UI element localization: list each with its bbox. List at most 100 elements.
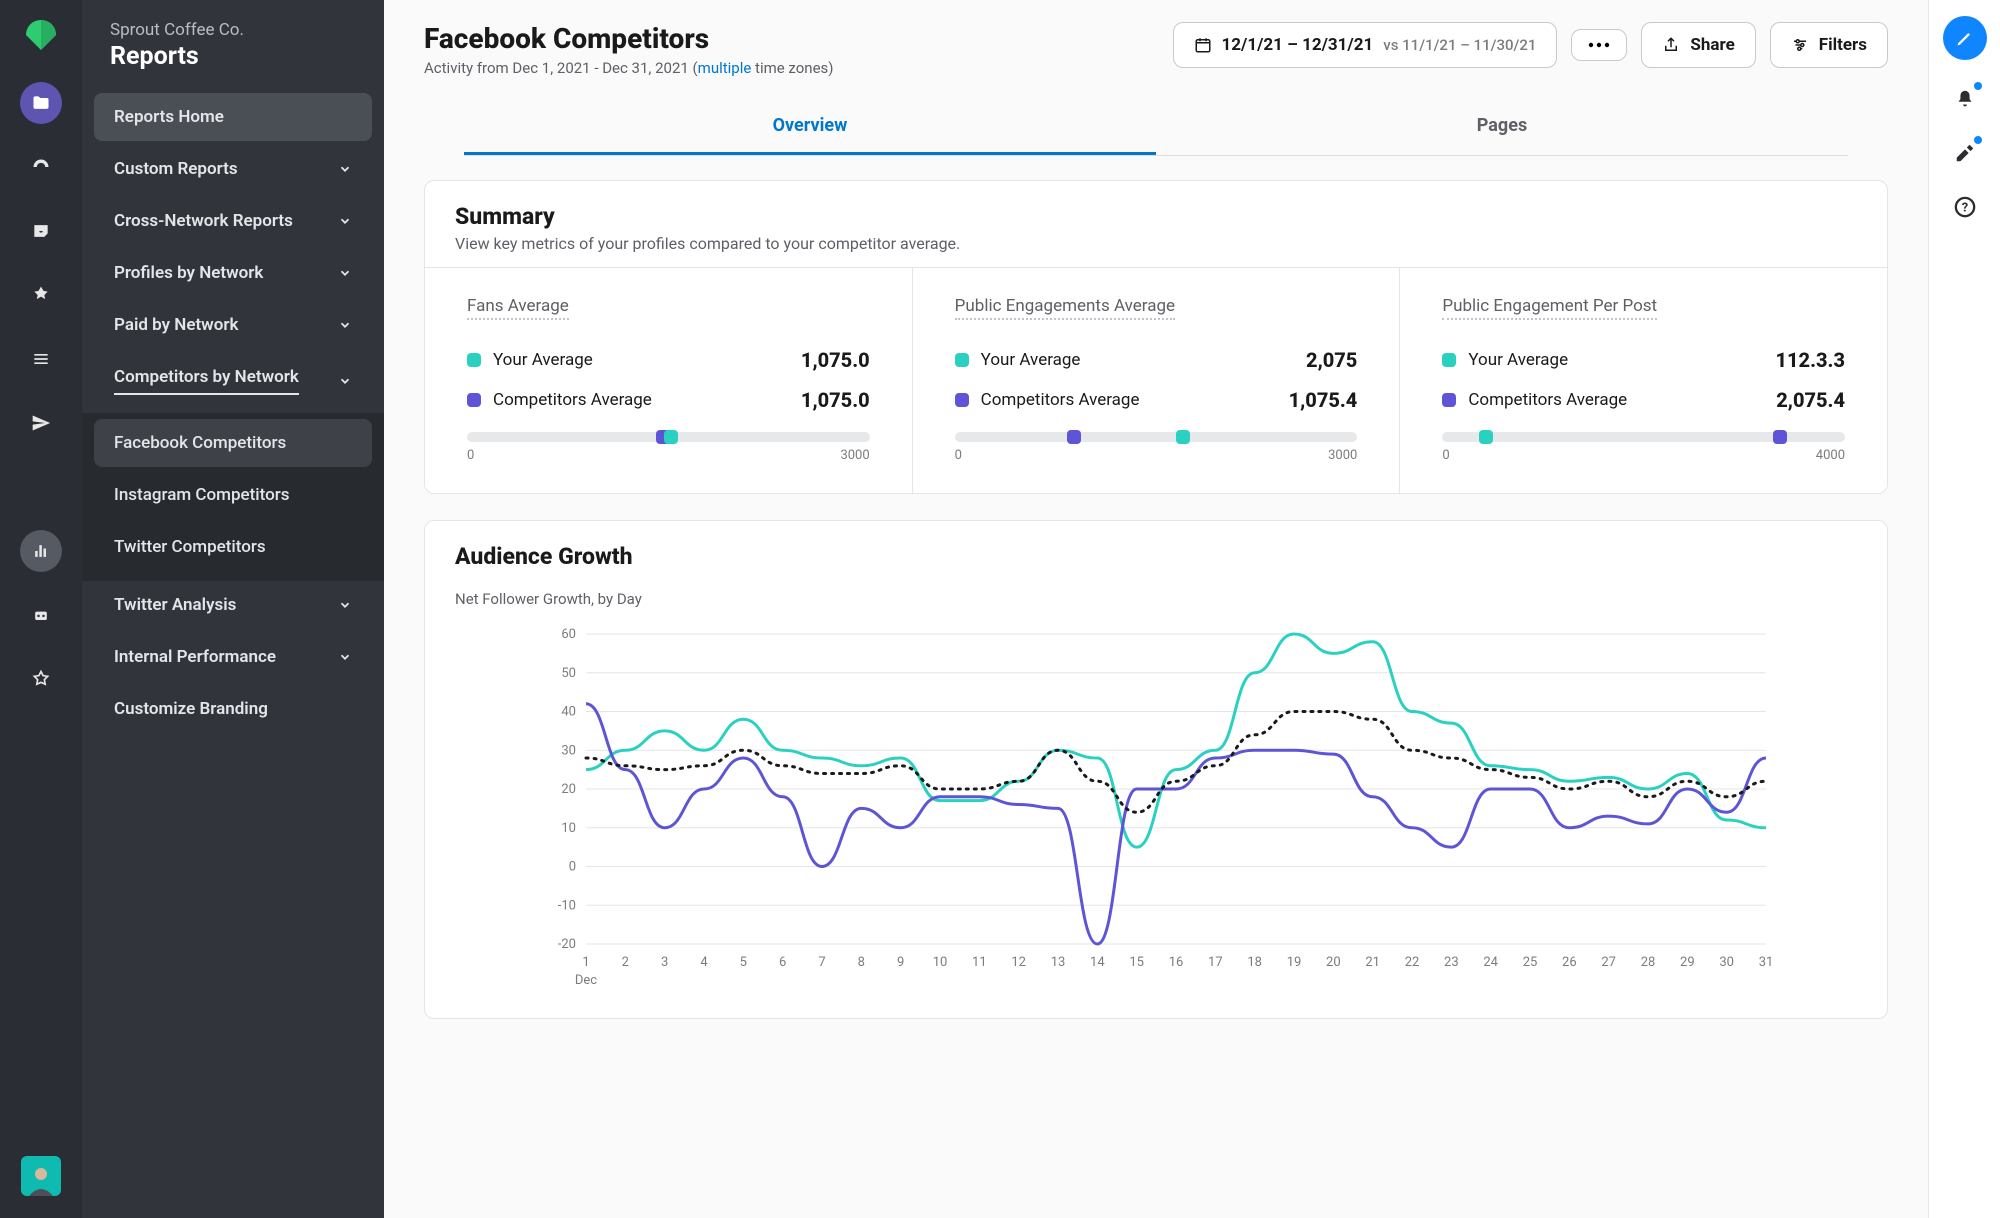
nav-listening-icon[interactable]	[20, 466, 62, 508]
chevron-down-icon	[338, 162, 352, 176]
notifications-button[interactable]	[1950, 84, 1980, 114]
svg-text:5: 5	[740, 955, 747, 970]
chevron-down-icon	[338, 598, 352, 612]
nav-customize-branding[interactable]: Customize Branding	[94, 685, 372, 733]
nav-reports-icon[interactable]	[20, 530, 62, 572]
more-icon	[1588, 42, 1610, 48]
sub-instagram-competitors[interactable]: Instagram Competitors	[94, 471, 372, 519]
nav-twitter-analysis[interactable]: Twitter Analysis	[94, 581, 372, 629]
svg-text:6: 6	[779, 955, 786, 970]
audience-title: Audience Growth	[455, 543, 1857, 570]
svg-text:3: 3	[661, 955, 668, 970]
org-name: Sprout Coffee Co.	[110, 20, 356, 40]
svg-text:-10: -10	[558, 898, 576, 913]
metric-your-value: 2,075	[1306, 348, 1357, 372]
help-icon: ?	[1954, 196, 1976, 218]
svg-text:4: 4	[700, 955, 708, 970]
section-title: Reports	[110, 42, 356, 71]
svg-text:19: 19	[1287, 955, 1302, 970]
metric-comp-label: Competitors Average	[981, 390, 1140, 410]
share-button[interactable]: Share	[1641, 22, 1755, 68]
nav-folder-icon[interactable]	[20, 82, 62, 124]
metric-comp-value: 2,075.4	[1776, 388, 1845, 412]
metric-block: Public Engagement Per PostYour Average11…	[1400, 268, 1887, 493]
chevron-down-icon	[338, 318, 352, 332]
tab-overview[interactable]: Overview	[464, 99, 1156, 155]
page-title: Facebook Competitors	[424, 22, 834, 55]
svg-text:11: 11	[972, 955, 987, 970]
svg-text:12: 12	[1011, 955, 1026, 970]
compose-button[interactable]	[1943, 16, 1987, 60]
svg-text:20: 20	[561, 782, 576, 797]
filters-icon	[1791, 36, 1809, 54]
svg-text:50: 50	[561, 666, 576, 681]
metric-comp-value: 1,075.4	[1289, 388, 1358, 412]
svg-text:30: 30	[561, 743, 576, 758]
svg-text:7: 7	[818, 955, 825, 970]
bell-icon	[1954, 88, 1976, 110]
svg-text:25: 25	[1523, 955, 1538, 970]
summary-title: Summary	[455, 203, 1857, 230]
tab-pages[interactable]: Pages	[1156, 99, 1848, 155]
svg-text:Dec: Dec	[575, 973, 597, 988]
svg-text:31: 31	[1759, 955, 1774, 970]
metric-block: Public Engagements AverageYour Average2,…	[913, 268, 1401, 493]
metric-range	[1442, 432, 1845, 442]
svg-text:17: 17	[1208, 955, 1223, 970]
nav-star-icon[interactable]	[20, 658, 62, 700]
svg-text:30: 30	[1719, 955, 1734, 970]
summary-card: Summary View key metrics of your profile…	[424, 180, 1888, 494]
svg-text:28: 28	[1641, 955, 1656, 970]
svg-text:24: 24	[1483, 955, 1498, 970]
help-button[interactable]: ?	[1950, 192, 1980, 222]
calendar-icon	[1194, 36, 1212, 54]
chevron-down-icon	[338, 374, 352, 388]
nav-list-icon[interactable]	[20, 338, 62, 380]
nav-inbox-icon[interactable]	[20, 210, 62, 252]
nav-bot-icon[interactable]	[20, 594, 62, 636]
metric-your-label: Your Average	[493, 350, 593, 370]
sub-twitter-competitors[interactable]: Twitter Competitors	[94, 523, 372, 571]
more-button[interactable]	[1571, 29, 1627, 61]
audience-growth-chart: -20-100102030405060123456789101112131415…	[455, 624, 1857, 994]
svg-text:29: 29	[1680, 955, 1695, 970]
nav-reports-home[interactable]: Reports Home	[94, 93, 372, 141]
metric-range	[467, 432, 870, 442]
chart-subtitle: Net Follower Growth, by Day	[455, 590, 1857, 608]
nav-pin-icon[interactable]	[20, 274, 62, 316]
svg-text:0: 0	[569, 860, 576, 875]
svg-text:14: 14	[1090, 955, 1105, 970]
svg-text:27: 27	[1601, 955, 1616, 970]
nav-custom-reports[interactable]: Custom Reports	[94, 145, 372, 193]
nav-send-icon[interactable]	[20, 402, 62, 444]
svg-text:21: 21	[1365, 955, 1380, 970]
svg-text:-20: -20	[558, 937, 576, 952]
nav-dashboard-icon[interactable]	[20, 146, 62, 188]
nav-competitors[interactable]: Competitors by Network	[94, 353, 372, 409]
svg-text:20: 20	[1326, 955, 1341, 970]
user-avatar[interactable]	[21, 1156, 61, 1196]
metric-comp-value: 1,075.0	[801, 388, 870, 412]
sub-facebook-competitors[interactable]: Facebook Competitors	[94, 419, 372, 467]
svg-text:40: 40	[561, 705, 576, 720]
audience-growth-card: Audience Growth Net Follower Growth, by …	[424, 520, 1888, 1019]
summary-desc: View key metrics of your profiles compar…	[455, 234, 1857, 253]
nav-profiles[interactable]: Profiles by Network	[94, 249, 372, 297]
svg-text:22: 22	[1405, 955, 1420, 970]
metric-comp-label: Competitors Average	[493, 390, 652, 410]
svg-text:1: 1	[582, 955, 589, 970]
timezones-link[interactable]: multiple	[698, 59, 752, 77]
nav-paid[interactable]: Paid by Network	[94, 301, 372, 349]
filters-button[interactable]: Filters	[1770, 22, 1888, 68]
svg-text:8: 8	[858, 955, 865, 970]
metric-title: Public Engagement Per Post	[1442, 296, 1657, 320]
nav-internal-perf[interactable]: Internal Performance	[94, 633, 372, 681]
sprout-logo-icon[interactable]	[24, 18, 58, 52]
feedback-button[interactable]	[1950, 138, 1980, 168]
svg-text:15: 15	[1129, 955, 1144, 970]
metric-title: Fans Average	[467, 296, 569, 320]
svg-text:13: 13	[1051, 955, 1066, 970]
page-subtitle: Activity from Dec 1, 2021 - Dec 31, 2021…	[424, 59, 834, 77]
nav-cross-network[interactable]: Cross-Network Reports	[94, 197, 372, 245]
date-range-button[interactable]: 12/1/21 – 12/31/21 vs 11/1/21 – 11/30/21	[1173, 22, 1558, 68]
